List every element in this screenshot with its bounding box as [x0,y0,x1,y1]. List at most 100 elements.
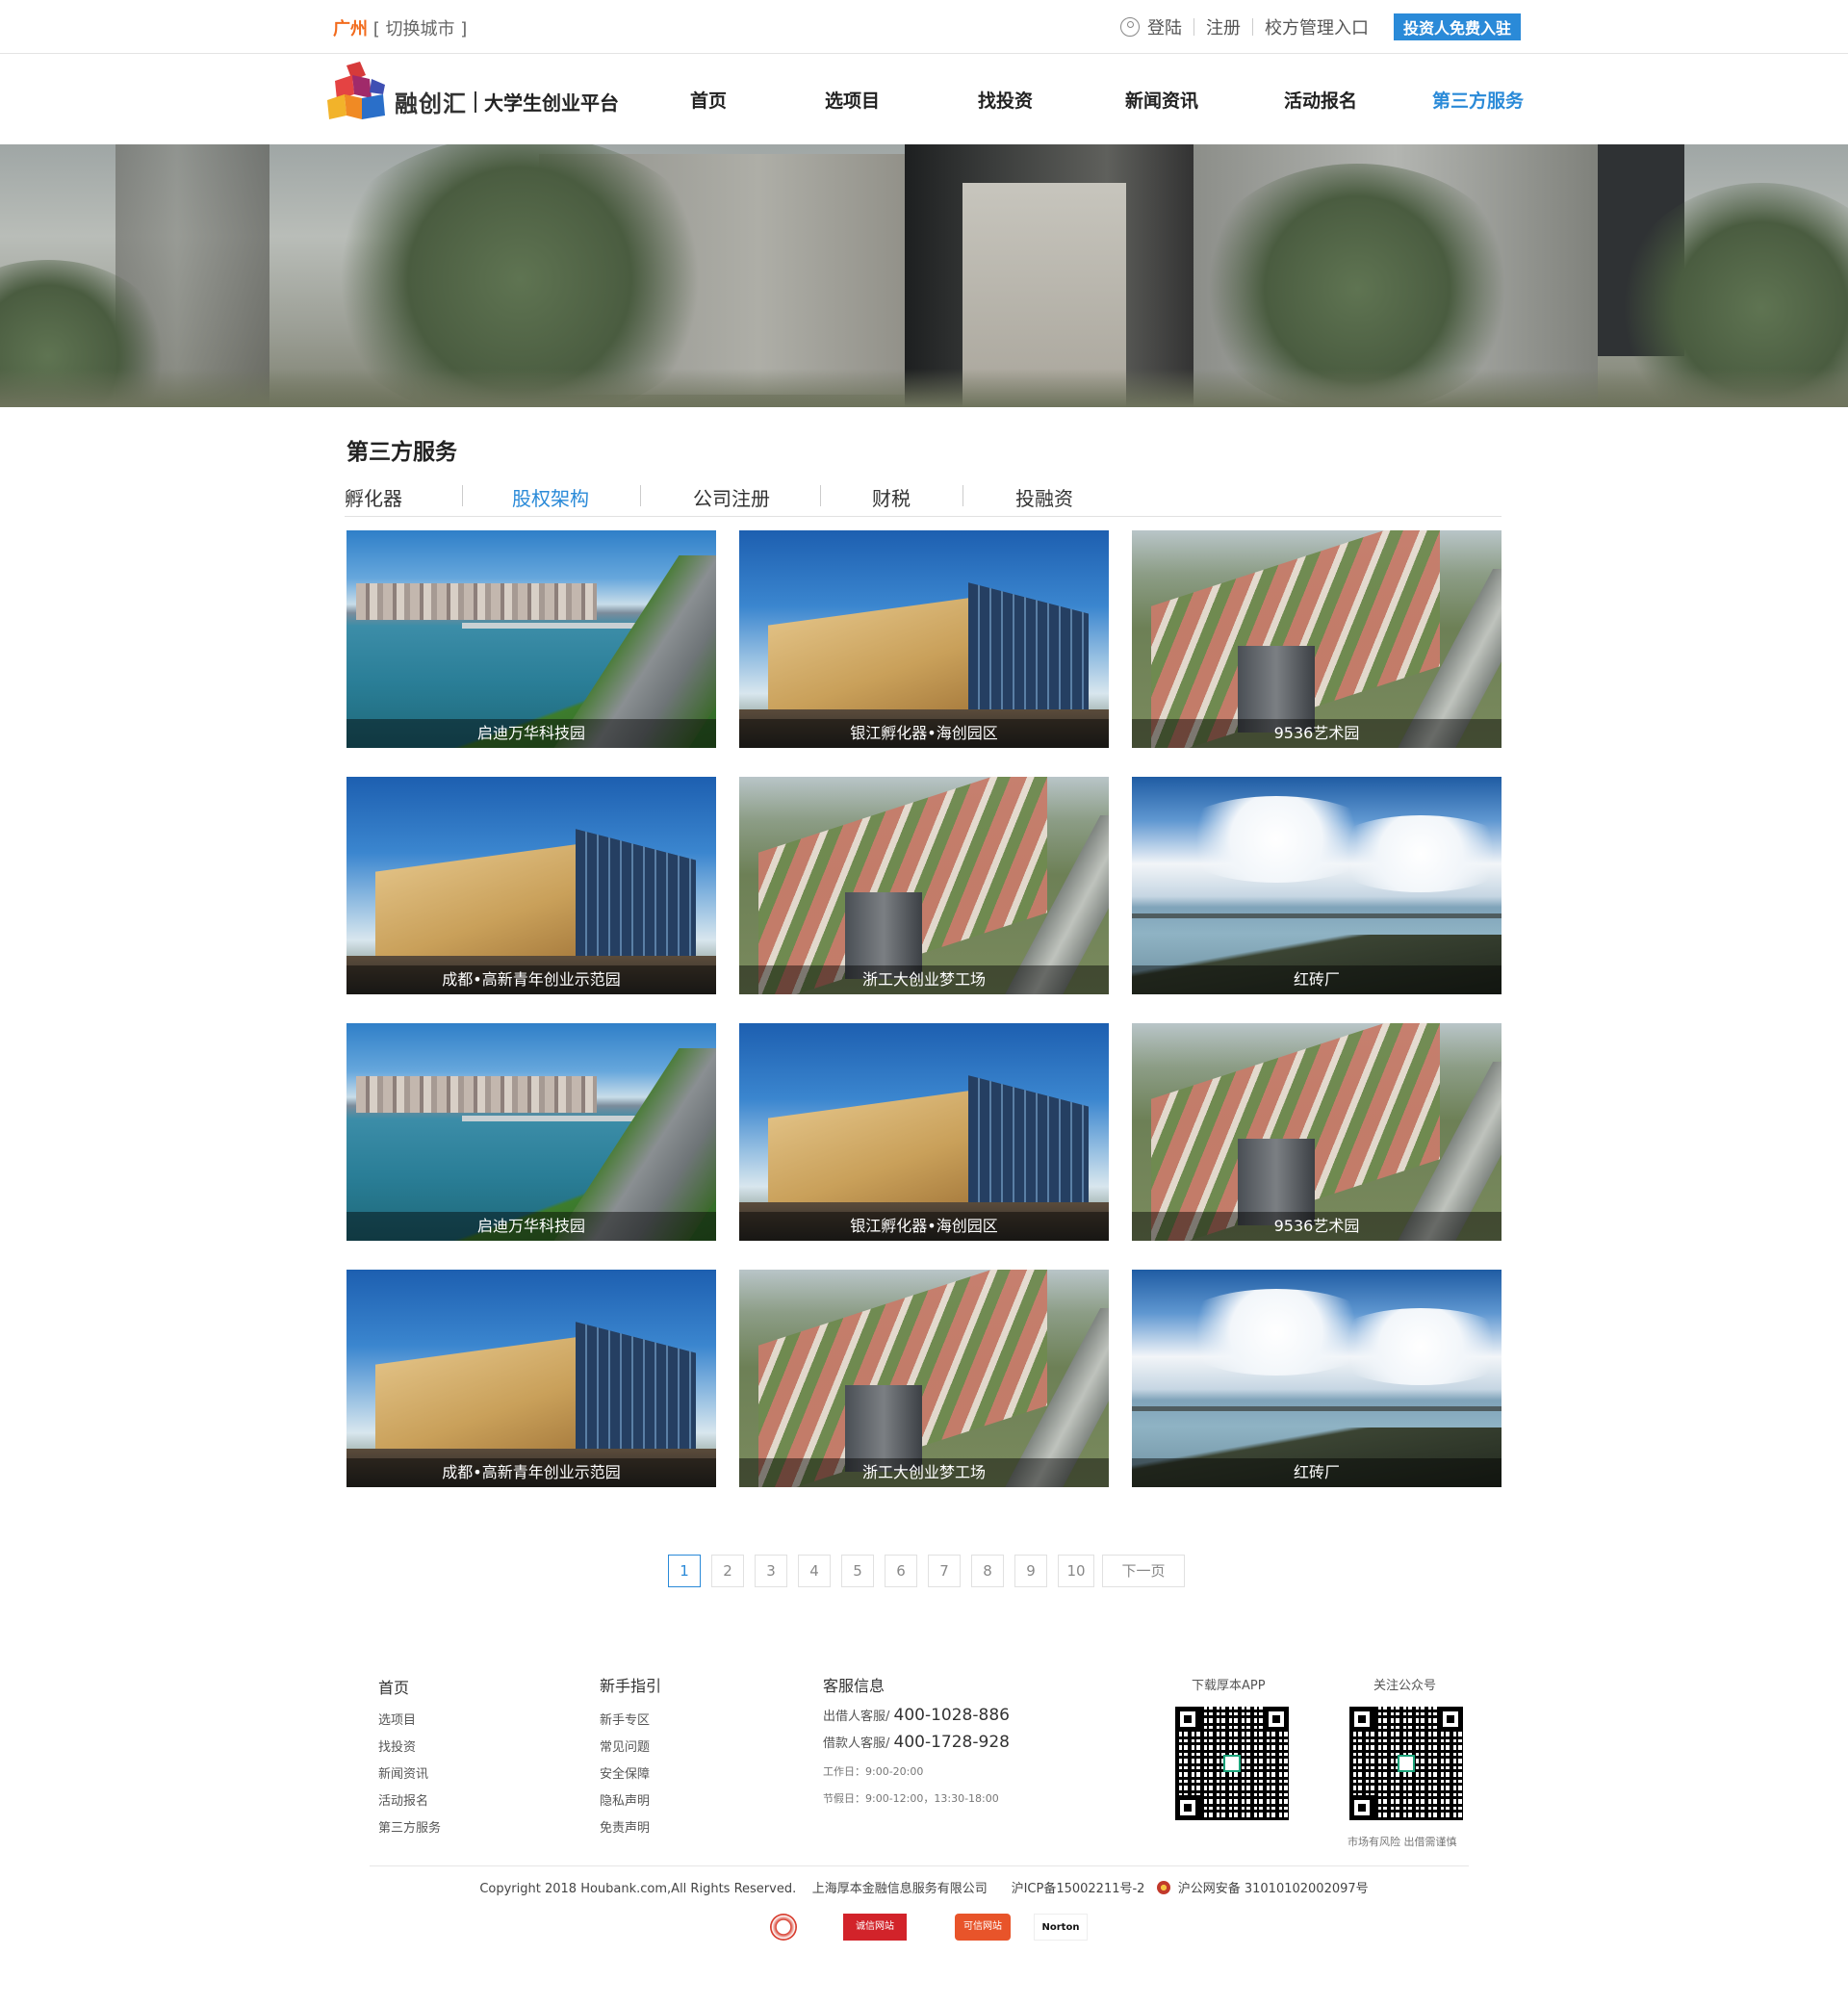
incubator-card[interactable]: 红砖厂 [1132,777,1502,994]
page-button[interactable]: 1 [668,1555,701,1587]
incubator-card[interactable]: 启迪万华科技园 [346,530,716,748]
page-button[interactable]: 4 [798,1555,831,1587]
qr-finder [1264,1707,1289,1732]
card-caption: 9536艺术园 [1132,1212,1502,1241]
footer-link[interactable]: 免责声明 [600,1817,650,1836]
footer-link[interactable]: 新闻资讯 [378,1763,428,1782]
lake-park-image [346,1023,716,1241]
footer-link[interactable]: 新手专区 [600,1710,650,1728]
page-button[interactable]: 5 [841,1555,874,1587]
page-button[interactable]: 8 [971,1555,1004,1587]
borrower-hotline: 借款人客服/ 400-1728-928 [823,1733,1010,1752]
page-button[interactable]: 10 [1058,1555,1094,1587]
norton-badge[interactable]: Norton [1034,1914,1088,1941]
police-record[interactable]: 沪公网安备 31010102002097号 [1178,1882,1369,1896]
tab-company-registration[interactable]: 公司注册 [693,483,770,511]
next-page-button[interactable]: 下一页 [1102,1555,1185,1587]
copyright-bar: Copyright 2018 Houbank.com,All Rights Re… [0,1878,1848,1896]
page-button[interactable]: 6 [885,1555,917,1587]
glass-facade [576,1322,696,1462]
building-image [739,1023,1109,1241]
register-link[interactable]: 注册 [1206,14,1241,39]
incubator-card[interactable]: 银江孵化器•海创园区 [739,1023,1109,1241]
gold-facade [768,598,970,723]
footer-home-link[interactable]: 首页 [378,1675,409,1698]
incubator-card[interactable]: 成都•高新青年创业示范园 [346,1270,716,1487]
school-admin-link[interactable]: 校方管理入口 [1265,14,1369,39]
page-button[interactable]: 2 [711,1555,744,1587]
incubator-card[interactable]: 成都•高新青年创业示范园 [346,777,716,994]
seaside-image [1132,777,1502,994]
nav-projects[interactable]: 选项目 [825,87,880,113]
gov-seal-badge[interactable] [770,1914,797,1941]
trusted-site-badge[interactable]: 可信网站 [955,1914,1011,1941]
page-button[interactable]: 3 [755,1555,787,1587]
banner-ground [0,369,1848,407]
card-caption: 浙工大创业梦工场 [739,965,1109,994]
footer-link[interactable]: 安全保障 [600,1763,650,1782]
incubator-card[interactable]: 红砖厂 [1132,1270,1502,1487]
qr-logo [1398,1755,1415,1772]
qr-finder [1175,1707,1200,1732]
nav-investment[interactable]: 找投资 [978,87,1033,113]
card-caption: 银江孵化器•海创园区 [739,1212,1109,1241]
incubator-card[interactable]: 9536艺术园 [1132,1023,1502,1241]
incubator-card[interactable]: 浙工大创业梦工场 [739,1270,1109,1487]
credit-site-badge[interactable]: 诚信网站 [843,1914,907,1941]
logo-text[interactable]: 融创汇 大学生创业平台 [395,85,619,118]
login-link[interactable]: 登陆 [1147,14,1182,39]
page-button[interactable]: 9 [1014,1555,1047,1587]
seaside-image [1132,1270,1502,1487]
card-caption: 启迪万华科技园 [346,719,716,748]
lender-hotline: 出借人客服/ 400-1028-886 [823,1706,1010,1725]
page-button[interactable]: 7 [928,1555,961,1587]
incubator-card[interactable]: 银江孵化器•海创园区 [739,530,1109,748]
card-caption: 红砖厂 [1132,1458,1502,1487]
tab-incubator[interactable]: 孵化器 [345,483,402,511]
nav-news[interactable]: 新闻资讯 [1125,87,1198,113]
gold-facade [375,844,578,969]
qr-finder [1175,1795,1200,1820]
tab-financing[interactable]: 投融资 [1015,483,1073,511]
qr-finder [1349,1707,1374,1732]
incubator-card[interactable]: 浙工大创业梦工场 [739,777,1109,994]
gold-facade [768,1091,970,1216]
campus-image [739,777,1109,994]
logo-icon[interactable] [327,62,387,123]
tab-equity[interactable]: 股权架构 [512,483,589,511]
nav-third-party[interactable]: 第三方服务 [1432,87,1524,113]
qr-finder [1438,1707,1463,1732]
footer-link[interactable]: 第三方服务 [378,1817,441,1836]
gold-facade [375,1337,578,1462]
current-city: 广州 [333,19,368,39]
footer-service-title: 客服信息 [823,1677,886,1695]
city-selector[interactable]: 广州 [ 切换城市 ] [333,15,467,40]
campus-image [1132,1023,1502,1241]
card-caption: 成都•高新青年创业示范园 [346,1458,716,1487]
campus-image [739,1270,1109,1487]
icp-number[interactable]: 沪ICP备15002211号-2 [1012,1882,1145,1896]
building-image [346,1270,716,1487]
footer-link[interactable]: 活动报名 [378,1790,428,1809]
building-image [739,530,1109,748]
skyline [356,583,597,620]
footer-link[interactable]: 找投资 [378,1736,416,1755]
nav-home[interactable]: 首页 [690,87,727,113]
main-header: 融创汇 大学生创业平台 首页 选项目 找投资 新闻资讯 活动报名 第三方服务 [0,54,1848,143]
card-caption: 成都•高新青年创业示范园 [346,965,716,994]
switch-city-link[interactable]: [ 切换城市 ] [373,19,468,39]
cloud [1324,815,1502,892]
tab-tax[interactable]: 财税 [872,483,911,511]
investor-join-button[interactable]: 投资人免费入驻 [1393,13,1521,40]
incubator-card[interactable]: 启迪万华科技园 [346,1023,716,1241]
footer-link[interactable]: 隐私声明 [600,1790,650,1809]
user-icon [1119,17,1140,37]
qr-finder [1349,1795,1374,1820]
footer-link[interactable]: 选项目 [378,1710,416,1728]
qr-logo [1223,1755,1241,1772]
tab-divider [962,485,963,506]
nav-events[interactable]: 活动报名 [1284,87,1357,113]
glass-facade [576,829,696,969]
incubator-card[interactable]: 9536艺术园 [1132,530,1502,748]
footer-link[interactable]: 常见问题 [600,1736,650,1755]
